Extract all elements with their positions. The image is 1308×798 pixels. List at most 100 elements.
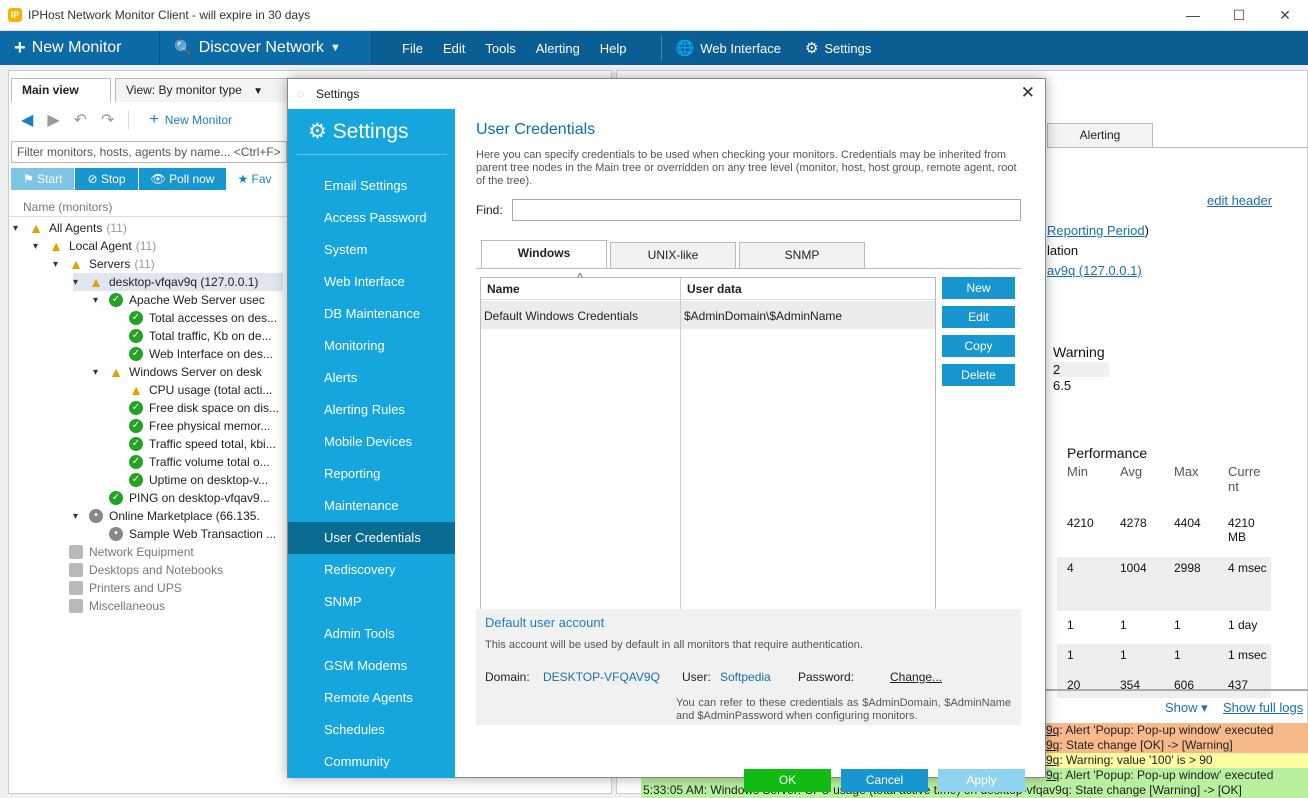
tab-snmp[interactable]: SNMP bbox=[739, 242, 865, 268]
sidebar-item-system[interactable]: System bbox=[288, 234, 455, 266]
tab-alerting[interactable]: Alerting bbox=[1047, 123, 1153, 147]
tab-main-view[interactable]: Main view bbox=[11, 78, 111, 102]
expand-arrow-icon[interactable]: ▾ bbox=[93, 295, 105, 306]
start-button[interactable]: ⚑ Start bbox=[11, 168, 76, 190]
menu-help[interactable]: Help bbox=[600, 41, 627, 56]
sidebar-item-monitoring[interactable]: Monitoring bbox=[288, 330, 455, 362]
sidebar-item-rediscovery[interactable]: Rediscovery bbox=[288, 554, 455, 586]
menu-alerting[interactable]: Alerting bbox=[536, 41, 580, 56]
tree-node[interactable]: Miscellaneous bbox=[53, 597, 283, 615]
host-link[interactable]: av9q (127.0.0.1) bbox=[1047, 263, 1142, 278]
log-host[interactable]: 9q bbox=[1046, 738, 1059, 752]
expand-arrow-icon[interactable]: ▾ bbox=[73, 511, 85, 522]
menu-edit[interactable]: Edit bbox=[443, 41, 465, 56]
web-interface-button[interactable]: 🌐 Web Interface bbox=[676, 39, 781, 57]
tree-node[interactable]: ▾ ▲ desktop-vfqav9q (127.0.0.1) bbox=[73, 273, 283, 291]
sidebar-item-user-credentials[interactable]: User Credentials bbox=[288, 522, 455, 554]
minimize-button[interactable]: — bbox=[1170, 0, 1216, 31]
edit-header-link[interactable]: edit header bbox=[1207, 193, 1272, 208]
expand-arrow-icon[interactable]: ▾ bbox=[33, 241, 45, 252]
reporting-period-link[interactable]: Reporting Period bbox=[1047, 223, 1145, 238]
tree-node[interactable]: ✓ Total traffic, Kb on de... bbox=[113, 327, 283, 345]
new-monitor-button[interactable]: + New Monitor bbox=[0, 31, 160, 65]
expand-arrow-icon[interactable]: ▾ bbox=[93, 367, 105, 378]
undo-icon[interactable]: ↶ bbox=[74, 110, 87, 130]
new-monitor-link[interactable]: New Monitor bbox=[165, 113, 232, 127]
stop-button[interactable]: ⊘ Stop bbox=[75, 168, 139, 190]
tree-node[interactable]: ▾ ▲ Servers (11) bbox=[53, 255, 283, 273]
tree-node[interactable]: ▾ ▲ Windows Server on desk bbox=[93, 363, 283, 381]
sidebar-item-snmp[interactable]: SNMP bbox=[288, 586, 455, 618]
log-host[interactable]: 9q bbox=[1046, 768, 1059, 782]
tree-node[interactable]: ✓ PING on desktop-vfqav9... bbox=[93, 489, 283, 507]
tree-node[interactable]: Desktops and Notebooks bbox=[53, 561, 283, 579]
dialog-close-button[interactable]: ✕ bbox=[1021, 83, 1035, 103]
log-host[interactable]: 9q bbox=[1046, 753, 1059, 767]
menu-tools[interactable]: Tools bbox=[485, 41, 515, 56]
show-full-logs-link[interactable]: Show full logs bbox=[1223, 700, 1303, 715]
tree-node[interactable]: ✓ Total accesses on des... bbox=[113, 309, 283, 327]
sidebar-item-alerting-rules[interactable]: Alerting Rules bbox=[288, 394, 455, 426]
tree-node[interactable]: ✓ Free disk space on dis... bbox=[113, 399, 283, 417]
favorites-button[interactable]: ★ Fav bbox=[237, 168, 271, 190]
edit-credential-button[interactable]: Edit bbox=[942, 306, 1015, 328]
cancel-button[interactable]: Cancel bbox=[841, 769, 928, 792]
delete-credential-button[interactable]: Delete bbox=[942, 364, 1015, 386]
sidebar-item-db-maintenance[interactable]: DB Maintenance bbox=[288, 298, 455, 330]
ok-button[interactable]: OK bbox=[744, 769, 831, 792]
sidebar-item-maintenance[interactable]: Maintenance bbox=[288, 490, 455, 522]
sidebar-item-reporting[interactable]: Reporting bbox=[288, 458, 455, 490]
sidebar-item-admin-tools[interactable]: Admin Tools bbox=[288, 618, 455, 650]
sidebar-item-web-interface[interactable]: Web Interface bbox=[288, 266, 455, 298]
tree-node[interactable]: ✓ Web Interface on des... bbox=[113, 345, 283, 363]
find-input[interactable] bbox=[512, 199, 1021, 221]
sidebar-item-alerts[interactable]: Alerts bbox=[288, 362, 455, 394]
tree-node[interactable]: ✓ Traffic volume total o... bbox=[113, 453, 283, 471]
expand-arrow-icon[interactable]: ▾ bbox=[53, 259, 65, 270]
sidebar-item-gsm-modems[interactable]: GSM Modems bbox=[288, 650, 455, 682]
new-credential-button[interactable]: New bbox=[942, 277, 1015, 299]
maximize-button[interactable]: ☐ bbox=[1216, 0, 1262, 31]
tree-node[interactable]: ▾ • Online Marketplace (66.135. bbox=[73, 507, 283, 525]
tree-node[interactable]: ▾ ▲ All Agents (11) bbox=[13, 219, 283, 237]
col-user-data[interactable]: User data bbox=[687, 282, 742, 296]
tree-node[interactable]: ▾ ▲ Local Agent (11) bbox=[33, 237, 283, 255]
column-header-name[interactable]: Name (monitors) bbox=[9, 197, 289, 217]
redo-icon[interactable]: ↷ bbox=[101, 110, 114, 130]
sidebar-item-schedules[interactable]: Schedules bbox=[288, 714, 455, 746]
sidebar-item-email-settings[interactable]: Email Settings bbox=[288, 170, 455, 202]
tab-unix-like[interactable]: UNIX-like bbox=[610, 242, 736, 268]
close-button[interactable]: ✕ bbox=[1262, 0, 1308, 31]
tree-node[interactable]: Network Equipment bbox=[53, 543, 283, 561]
filter-input[interactable]: Filter monitors, hosts, agents by name..… bbox=[11, 141, 287, 163]
col-name[interactable]: Name bbox=[487, 282, 520, 296]
tab-view-by-type[interactable]: View: By monitor type ▼ bbox=[115, 78, 289, 102]
sidebar-item-access-password[interactable]: Access Password bbox=[288, 202, 455, 234]
tree-node[interactable]: ✓ Uptime on desktop-v... bbox=[113, 471, 283, 489]
copy-credential-button[interactable]: Copy bbox=[942, 335, 1015, 357]
credential-row[interactable]: Default Windows Credentials $AdminDomain… bbox=[481, 301, 935, 329]
sidebar-item-mobile-devices[interactable]: Mobile Devices bbox=[288, 426, 455, 458]
expand-arrow-icon[interactable]: ▾ bbox=[73, 277, 85, 288]
back-icon[interactable]: ◀ bbox=[21, 110, 33, 130]
tree-node[interactable]: ✓ Traffic speed total, kbi... bbox=[113, 435, 283, 453]
tree-node[interactable]: • Sample Web Transaction ... bbox=[93, 525, 283, 543]
tree-node[interactable]: ✓ Free physical memor... bbox=[113, 417, 283, 435]
tab-windows[interactable]: Windows bbox=[481, 240, 607, 269]
tree-node[interactable]: ▲ CPU usage (total acti... bbox=[113, 381, 283, 399]
log-host[interactable]: 9q bbox=[1046, 723, 1059, 737]
sidebar-item-community[interactable]: Community bbox=[288, 746, 455, 778]
change-password-link[interactable]: Change... bbox=[890, 670, 942, 684]
settings-button[interactable]: ⚙ Settings bbox=[805, 39, 871, 57]
discover-network-button[interactable]: 🔍 Discover Network ▼ bbox=[160, 31, 372, 65]
apply-button[interactable]: Apply bbox=[938, 769, 1025, 792]
forward-icon[interactable]: ▶ bbox=[47, 110, 59, 130]
expand-arrow-icon[interactable]: ▾ bbox=[13, 223, 25, 234]
show-dropdown[interactable]: Show ▾ bbox=[1165, 700, 1208, 716]
menu-file[interactable]: File bbox=[402, 41, 423, 56]
poll-now-button[interactable]: 👁 Poll now bbox=[138, 168, 228, 190]
folder-icon bbox=[69, 563, 83, 577]
tree-node[interactable]: Printers and UPS bbox=[53, 579, 283, 597]
sidebar-item-remote-agents[interactable]: Remote Agents bbox=[288, 682, 455, 714]
tree-node[interactable]: ▾ ✓ Apache Web Server usec bbox=[93, 291, 283, 309]
